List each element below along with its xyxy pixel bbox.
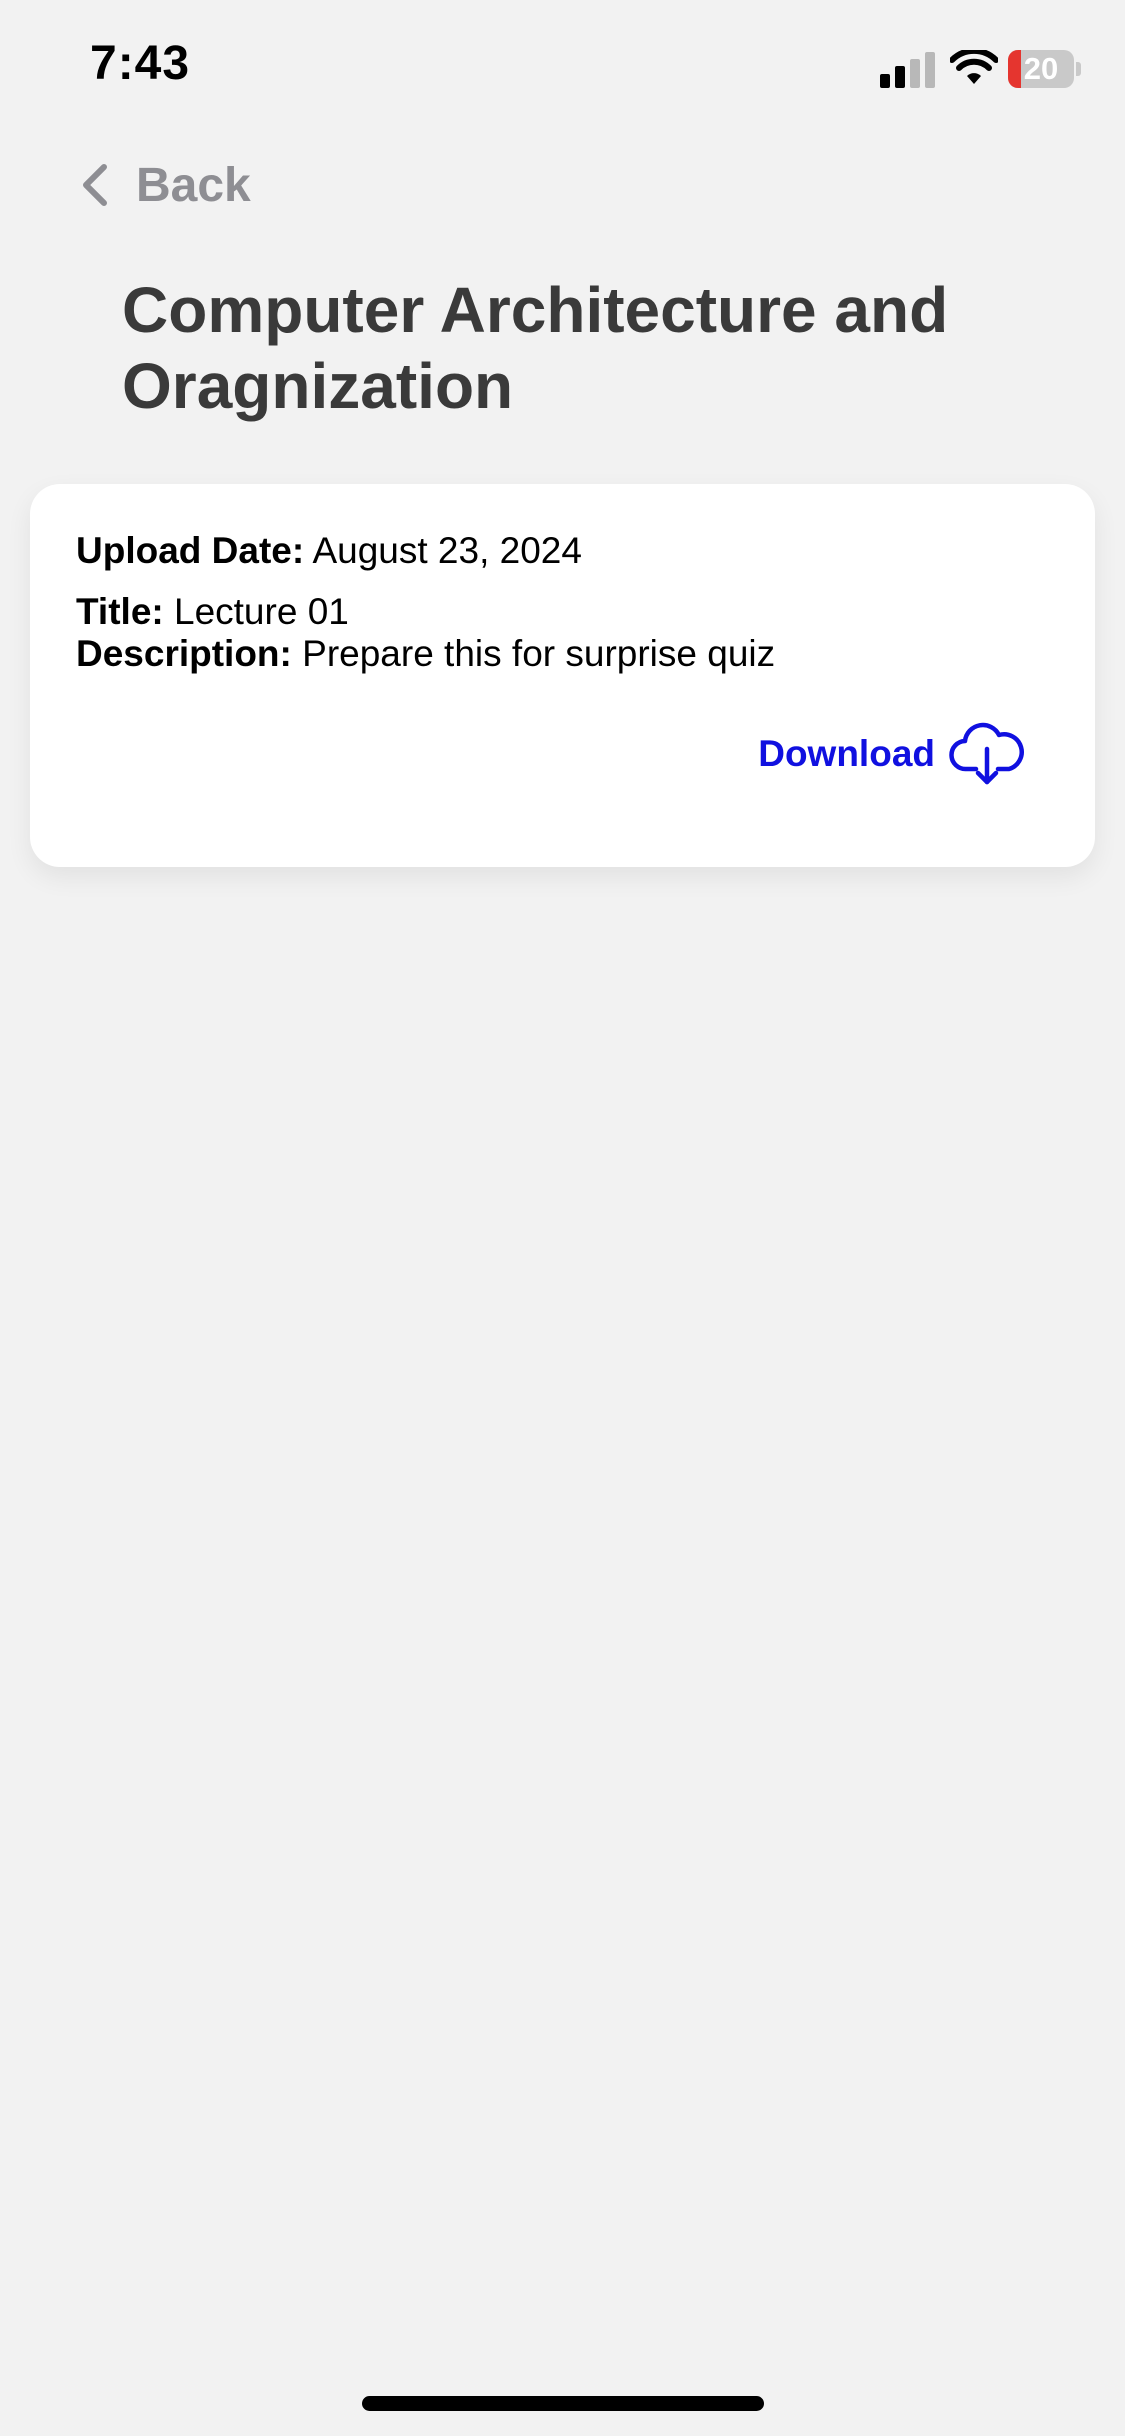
cloud-download-icon	[949, 722, 1024, 785]
battery-level: 20	[1023, 51, 1059, 86]
back-label: Back	[136, 158, 251, 212]
home-indicator	[362, 2396, 764, 2411]
chevron-left-icon	[83, 164, 107, 206]
description-label: Description:	[76, 633, 292, 674]
lecture-card: Upload Date: August 23, 2024 Title: Lect…	[30, 484, 1095, 867]
upload-date-value: August 23, 2024	[312, 530, 582, 571]
title-row: Title: Lecture 01	[76, 591, 349, 633]
title-value: Lecture 01	[174, 591, 349, 632]
back-button[interactable]: Back	[80, 150, 251, 220]
description-row: Description: Prepare this for surprise q…	[76, 633, 775, 675]
cellular-signal-icon	[880, 52, 935, 88]
battery-icon: 20	[1008, 50, 1082, 88]
title-label: Title:	[76, 591, 164, 632]
upload-date-label: Upload Date:	[76, 530, 305, 571]
download-label: Download	[758, 733, 935, 774]
wifi-icon	[950, 50, 998, 84]
description-value: Prepare this for surprise quiz	[302, 633, 776, 674]
status-time: 7:43	[90, 37, 191, 90]
page-title: Computer Architecture and Oragnization	[122, 274, 949, 422]
download-button[interactable]: Download	[758, 721, 1025, 787]
upload-date-row: Upload Date: August 23, 2024	[76, 530, 582, 572]
